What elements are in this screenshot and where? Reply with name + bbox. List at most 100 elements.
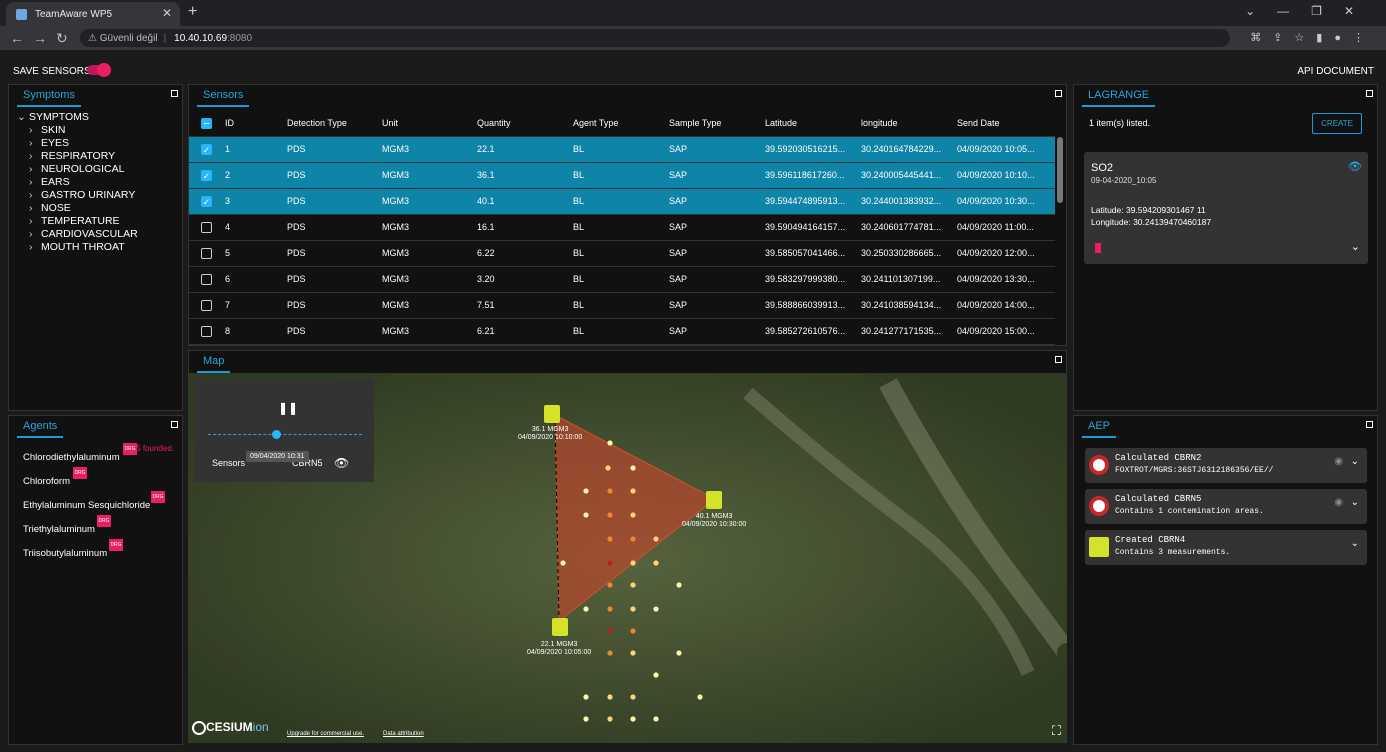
measurement-point[interactable]	[676, 582, 682, 588]
measurement-point[interactable]	[583, 606, 589, 612]
table-row[interactable]: 5 PDS MGM3 6.22 BL SAP 39.585057041466... 30.25…	[189, 240, 1055, 267]
aep-item[interactable]: Calculated CBRN2 FOXTROT/MGRS:36STJ63121…	[1085, 448, 1367, 483]
measurement-point[interactable]	[607, 488, 613, 494]
reload-icon[interactable]: ↻	[56, 30, 68, 47]
tree-root[interactable]: ⌄ SYMPTOMS	[17, 111, 138, 124]
tree-item[interactable]: › MOUTH THROAT	[17, 241, 138, 254]
eye-off-icon[interactable]: ◉	[1334, 456, 1343, 467]
measurement-point[interactable]	[630, 716, 636, 722]
table-row[interactable]: ✓ 1 PDS MGM3 22.1 BL SAP 39.592030516215... 30.2…	[189, 136, 1055, 163]
tree-item[interactable]: › EARS	[17, 176, 138, 189]
row-checkbox[interactable]	[189, 240, 225, 267]
agent-item[interactable]: Chloroform DRG	[23, 467, 150, 500]
attribution-link[interactable]: Data attribution	[383, 731, 424, 737]
create-button[interactable]: CREATE	[1312, 113, 1362, 134]
measurement-point[interactable]	[605, 465, 611, 471]
measurement-point[interactable]	[583, 512, 589, 518]
measurement-point[interactable]	[653, 716, 659, 722]
measurement-point[interactable]	[583, 488, 589, 494]
select-all-checkbox[interactable]	[189, 111, 225, 137]
column-header[interactable]: Send Date	[957, 111, 1055, 137]
maximize-icon[interactable]	[171, 90, 178, 97]
table-row[interactable]: 4 PDS MGM3 16.1 BL SAP 39.590494164157... 30.24…	[189, 214, 1055, 241]
row-checkbox[interactable]: ✓	[189, 162, 225, 189]
window-controls[interactable]: ⌄—❐✕	[1245, 4, 1376, 18]
measurement-point[interactable]	[653, 606, 659, 612]
new-tab-icon[interactable]: +	[188, 3, 197, 21]
measurement-point[interactable]	[630, 650, 636, 656]
agent-item[interactable]: Ethylaluminum Sesquichloride DRG	[23, 491, 165, 524]
measurement-point[interactable]	[630, 560, 636, 566]
maximize-icon[interactable]	[1055, 90, 1062, 97]
pause-icon[interactable]: ❚❚	[278, 401, 298, 415]
map-tab[interactable]: Map	[197, 355, 231, 373]
aep-tab[interactable]: AEP	[1082, 420, 1117, 438]
agent-item[interactable]: Triisobutylaluminum DRG	[23, 539, 150, 572]
measurement-point[interactable]	[630, 488, 636, 494]
measurement-point[interactable]	[607, 716, 613, 722]
measurement-point[interactable]	[607, 582, 613, 588]
tree-item[interactable]: › NEUROLOGICAL	[17, 163, 138, 176]
save-sensors-toggle[interactable]	[87, 63, 111, 77]
measurement-point[interactable]	[583, 716, 589, 722]
tree-item[interactable]: › CARDIOVASCULAR	[17, 228, 138, 241]
chevron-down-icon[interactable]: ⌄	[1351, 456, 1359, 467]
row-checkbox[interactable]	[189, 214, 225, 241]
column-header[interactable]: Sample Type	[669, 111, 765, 137]
eye-icon[interactable]: ◉	[1334, 497, 1343, 508]
chevron-down-icon[interactable]: ⌄	[1351, 240, 1360, 253]
tree-item[interactable]: › GASTRO URINARY	[17, 189, 138, 202]
measurement-point[interactable]	[607, 440, 613, 446]
table-row[interactable]: 6 PDS MGM3 3.20 BL SAP 39.583297999380... 30.24…	[189, 266, 1055, 293]
measurement-point[interactable]	[630, 628, 636, 634]
fullscreen-icon[interactable]: ⛶	[1052, 723, 1061, 739]
column-header[interactable]: Unit	[382, 111, 477, 137]
eye-icon[interactable]: 👁	[1348, 160, 1362, 173]
agents-tab[interactable]: Agents	[17, 420, 64, 438]
eye-icon[interactable]: 👁	[334, 456, 349, 470]
column-header[interactable]: Quantity	[477, 111, 573, 137]
measurement-point[interactable]	[607, 536, 613, 542]
measurement-point[interactable]	[630, 465, 636, 471]
chevron-down-icon[interactable]: ⌄	[1351, 497, 1359, 508]
measurement-point[interactable]	[630, 694, 636, 700]
url-field[interactable]: ⚠ Güvenli değil | 10.40.10.69:8080	[80, 29, 1230, 47]
maximize-icon[interactable]	[1055, 356, 1062, 363]
close-tab-icon[interactable]: ✕	[162, 6, 172, 20]
table-scrollbar[interactable]	[1057, 137, 1063, 203]
sensor-marker-icon[interactable]	[544, 405, 560, 423]
agent-item[interactable]: Triethylaluminum DRG	[23, 515, 150, 548]
measurement-point[interactable]	[607, 512, 613, 518]
api-document-link[interactable]: API DOCUMENT	[1297, 66, 1374, 77]
measurement-point[interactable]	[607, 650, 613, 656]
column-header[interactable]: Latitude	[765, 111, 861, 137]
aep-item[interactable]: Calculated CBRN5 Contains 1 conteminatio…	[1085, 489, 1367, 524]
measurement-point[interactable]	[653, 672, 659, 678]
maximize-icon[interactable]	[171, 421, 178, 428]
aep-item[interactable]: Created CBRN4 Contains 3 measurements. ⌄	[1085, 530, 1367, 565]
row-checkbox[interactable]	[189, 318, 225, 345]
measurement-point[interactable]	[630, 606, 636, 612]
table-row[interactable]: ✓ 2 PDS MGM3 36.1 BL SAP 39.596118617260... 30.2…	[189, 162, 1055, 189]
browser-toolbar-icons[interactable]: ⌘⇪☆▮●⋮	[1250, 31, 1376, 44]
measurement-point[interactable]	[607, 606, 613, 612]
tree-item[interactable]: › TEMPERATURE	[17, 215, 138, 228]
column-header[interactable]: Agent Type	[573, 111, 669, 137]
tree-item[interactable]: › RESPIRATORY	[17, 150, 138, 163]
lagrange-tab[interactable]: LAGRANGE	[1082, 89, 1156, 107]
tree-item[interactable]: › EYES	[17, 137, 138, 150]
measurement-point[interactable]	[653, 560, 659, 566]
measurement-point[interactable]	[697, 694, 703, 700]
measurement-point[interactable]	[607, 694, 613, 700]
measurement-point[interactable]	[676, 650, 682, 656]
measurement-point[interactable]	[560, 560, 566, 566]
measurement-point[interactable]	[583, 694, 589, 700]
measurement-point[interactable]	[607, 560, 613, 566]
timeline-slider[interactable]	[208, 434, 362, 435]
table-row[interactable]: ✓ 3 PDS MGM3 40.1 BL SAP 39.594474895913... 30.2…	[189, 188, 1055, 215]
forward-icon[interactable]: →	[33, 30, 47, 46]
symptoms-tab[interactable]: Symptoms	[17, 89, 81, 107]
column-header[interactable]: Detection Type	[287, 111, 382, 137]
map-view[interactable]: 36.1 MGM3 04/09/2020 10:10:00 40.1 MGM3 04…	[188, 373, 1067, 743]
maximize-icon[interactable]	[1366, 90, 1373, 97]
